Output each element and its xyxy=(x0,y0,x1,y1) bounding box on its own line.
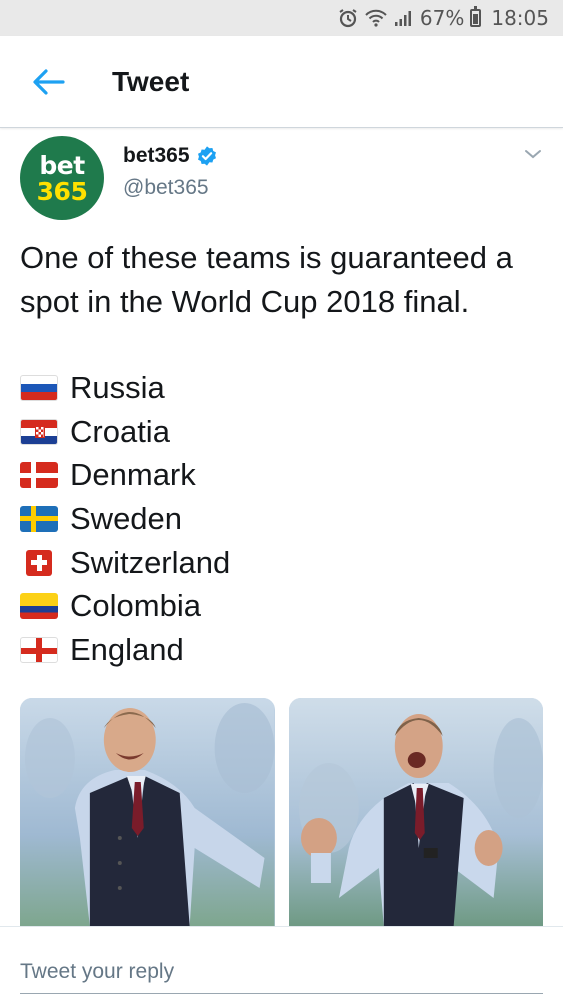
battery-icon xyxy=(470,6,482,27)
tweet-media xyxy=(20,698,543,926)
display-name[interactable]: bet365 xyxy=(123,144,190,168)
team-name: Denmark xyxy=(70,457,196,493)
avatar-logo-line1: bet xyxy=(39,150,85,180)
colombia-flag-icon xyxy=(20,593,58,620)
list-item: Sweden xyxy=(20,497,230,541)
chevron-down-icon[interactable] xyxy=(523,144,543,164)
sweden-flag-icon xyxy=(20,505,58,532)
tweet-photo-2[interactable] xyxy=(288,698,543,926)
reply-bar xyxy=(0,926,563,1001)
russia-flag-icon xyxy=(20,374,58,401)
team-name: Switzerland xyxy=(70,544,231,580)
team-name: Croatia xyxy=(70,413,170,449)
denmark-flag-icon xyxy=(20,462,58,489)
reply-input[interactable] xyxy=(20,951,543,994)
alarm-icon xyxy=(338,8,358,28)
tweet-author: bet 365 bet365 @bet365 xyxy=(20,136,543,220)
signal-icon xyxy=(394,8,414,28)
battery-percent: 67% xyxy=(419,6,465,30)
photo-illustration xyxy=(20,698,275,926)
top-app-bar: Tweet xyxy=(0,36,563,128)
avatar[interactable]: bet 365 xyxy=(20,136,104,220)
wifi-icon xyxy=(364,8,388,28)
tweet-text: One of these teams is guaranteed a spot … xyxy=(20,240,513,319)
team-name: Sweden xyxy=(70,500,183,536)
user-handle[interactable]: @bet365 xyxy=(123,176,209,200)
list-item: Croatia xyxy=(20,410,230,454)
switzerland-flag-icon xyxy=(26,549,52,576)
back-button[interactable] xyxy=(20,54,76,110)
list-item: Russia xyxy=(20,366,230,410)
avatar-logo-line2: 365 xyxy=(36,176,88,206)
croatia-flag-icon xyxy=(20,418,58,445)
name-row: bet365 xyxy=(123,144,218,168)
team-name: Russia xyxy=(70,369,165,405)
list-item: England xyxy=(20,628,230,672)
verified-badge-icon xyxy=(197,146,216,166)
team-name: England xyxy=(70,631,184,667)
battery-wrapper xyxy=(470,6,485,27)
team-list: Russia Croatia Denmark Sweden Switzerlan… xyxy=(20,366,230,672)
tweet-photo-1[interactable] xyxy=(20,698,275,926)
clock: 18:05 xyxy=(491,6,549,30)
photo-illustration xyxy=(288,698,543,926)
page-title: Tweet xyxy=(112,65,190,97)
list-item: Colombia xyxy=(20,584,230,628)
list-item: Switzerland xyxy=(20,541,230,585)
back-arrow-icon xyxy=(33,68,65,95)
team-name: Colombia xyxy=(70,588,201,624)
england-flag-icon xyxy=(20,636,58,663)
status-bar: 67% 18:05 xyxy=(0,0,563,36)
list-item: Denmark xyxy=(20,453,230,497)
